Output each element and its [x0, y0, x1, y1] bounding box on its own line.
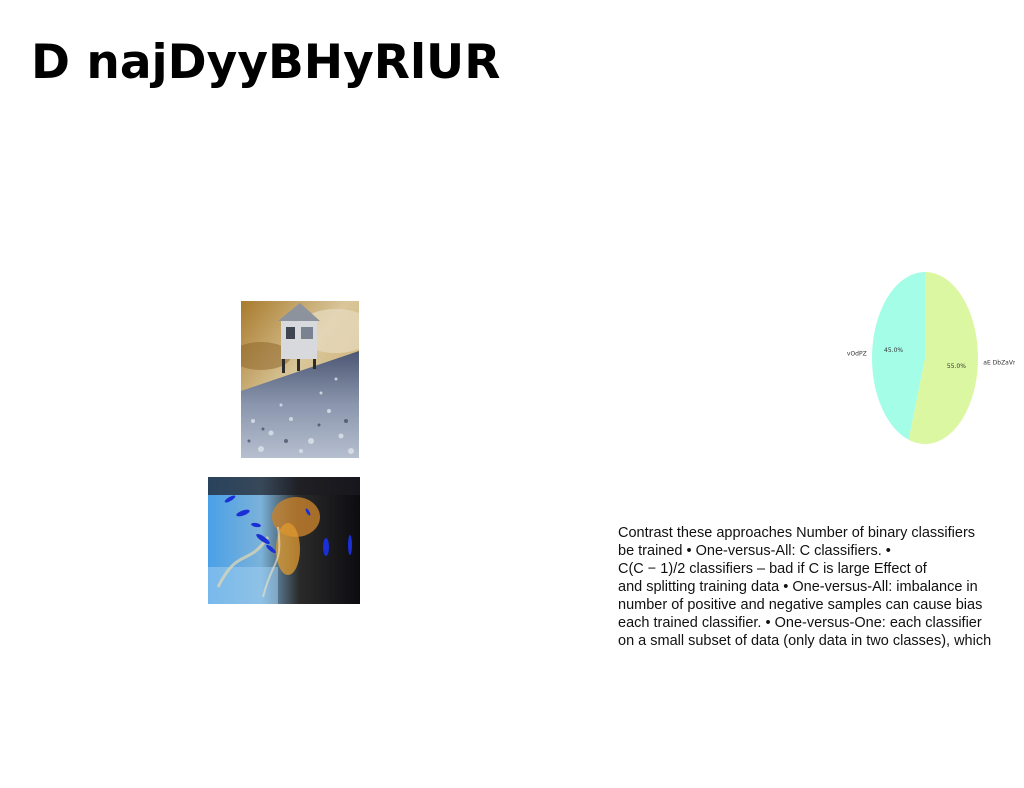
body-line: each trained classifier. • One-versus-On… [618, 615, 982, 631]
slide-title: D najDyyBHyRlUR [31, 35, 501, 90]
body-line: on a small subset of data (only data in … [618, 633, 992, 649]
hut-photo [241, 301, 359, 458]
body-line: C(C − 1)/2 classifiers – bad if C is lar… [618, 561, 927, 577]
body-line: Contrast these approaches Number of bina… [618, 525, 976, 541]
pie-slice-label: aE DbZaVn [983, 359, 1015, 366]
body-line: be trained • One-versus-All: C classifie… [618, 543, 891, 559]
body-line: number of positive and negative samples … [618, 597, 983, 613]
pie-chart: 55.0% aE DbZaVn 45.0% vOdPZ [845, 268, 1015, 448]
pie-slice-label: vOdPZ [847, 351, 867, 358]
body-line: and splitting training data • One-versus… [618, 579, 978, 595]
body-text: Contrast these approaches Number of bina… [618, 524, 1024, 650]
abstract-painting-photo [208, 477, 360, 604]
pie-percent-label: 55.0% [947, 363, 966, 370]
pie-chart-svg: 55.0% aE DbZaVn 45.0% vOdPZ [847, 272, 1015, 444]
pie-percent-label: 45.0% [884, 347, 903, 354]
